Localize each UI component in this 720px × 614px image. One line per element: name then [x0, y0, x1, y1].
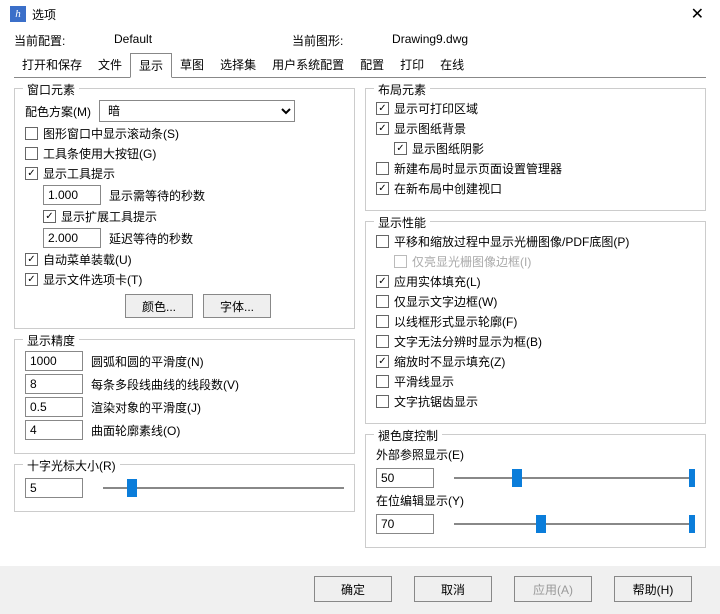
ok-button[interactable]: 确定: [314, 576, 392, 602]
apply-button[interactable]: 应用(A): [514, 576, 592, 602]
tab-selection[interactable]: 选择集: [212, 53, 264, 78]
chk-ext-tooltips[interactable]: [43, 210, 56, 223]
lbl-printable-area: 显示可打印区域: [394, 100, 478, 117]
input-crosshair-size[interactable]: [25, 478, 83, 498]
chk-pan-zoom-raster[interactable]: [376, 235, 389, 248]
lbl-tooltip-delay: 显示需等待的秒数: [109, 187, 205, 204]
cancel-button[interactable]: 取消: [414, 576, 492, 602]
lbl-text-aa: 文字抗锯齿显示: [394, 393, 478, 410]
input-inplace-fade[interactable]: [376, 514, 434, 534]
color-scheme-label: 配色方案(M): [25, 103, 91, 120]
chk-no-fill-on-zoom[interactable]: [376, 355, 389, 368]
group-crosshair: 十字光标大小(R): [14, 464, 355, 512]
lbl-solid-fill: 应用实体填充(L): [394, 273, 481, 290]
slider-xref-fade[interactable]: [454, 467, 695, 489]
lbl-page-setup-mgr: 新建布局时显示页面设置管理器: [394, 160, 562, 177]
lbl-scrollbars: 图形窗口中显示滚动条(S): [43, 125, 179, 142]
chk-lineframe-contour[interactable]: [376, 315, 389, 328]
chk-paper-shadow[interactable]: [394, 142, 407, 155]
input-ext-tooltip-delay[interactable]: [43, 228, 101, 248]
chk-smooth-line[interactable]: [376, 375, 389, 388]
lbl-large-buttons: 工具条使用大按钮(G): [43, 145, 156, 162]
lbl-file-tabs: 显示文件选项卡(T): [43, 271, 142, 288]
chk-highlight-frame: [394, 255, 407, 268]
chk-create-viewport[interactable]: [376, 182, 389, 195]
lbl-smooth-line: 平滑线显示: [394, 373, 454, 390]
chk-printable-area[interactable]: [376, 102, 389, 115]
lbl-create-viewport: 在新布局中创建视口: [394, 180, 502, 197]
tab-config[interactable]: 配置: [352, 53, 392, 78]
app-icon: h: [10, 6, 26, 22]
lbl-text-as-box: 文字无法分辨时显示为框(B): [394, 333, 542, 350]
input-arc-smooth[interactable]: [25, 351, 83, 371]
chk-paper-bg[interactable]: [376, 122, 389, 135]
window-title: 选项: [32, 6, 56, 23]
lbl-paper-shadow: 显示图纸阴影: [412, 140, 484, 157]
input-render-smooth[interactable]: [25, 397, 83, 417]
tab-open-save[interactable]: 打开和保存: [14, 53, 90, 78]
lbl-polyline-seg: 每条多段线曲线的线段数(V): [91, 376, 239, 393]
current-drawing-label: 当前图形:: [292, 32, 362, 49]
color-button[interactable]: 颜色...: [125, 294, 193, 318]
input-tooltip-delay[interactable]: [43, 185, 101, 205]
slider-inplace-fade[interactable]: [454, 513, 695, 535]
lbl-pan-zoom-raster: 平移和缩放过程中显示光栅图像/PDF底图(P): [394, 233, 629, 250]
legend-display-perf: 显示性能: [374, 214, 430, 231]
chk-tooltips[interactable]: [25, 167, 38, 180]
input-polyline-seg[interactable]: [25, 374, 83, 394]
lbl-arc-smooth: 圆弧和圆的平滑度(N): [91, 353, 204, 370]
input-xref-fade[interactable]: [376, 468, 434, 488]
group-display-precision: 显示精度 圆弧和圆的平滑度(N) 每条多段线曲线的线段数(V) 渲染对象的平滑度…: [14, 339, 355, 454]
slider-crosshair[interactable]: [103, 477, 344, 499]
chk-text-as-box[interactable]: [376, 335, 389, 348]
current-config-value: Default: [114, 32, 152, 49]
group-fade: 褪色度控制 外部参照显示(E) 在位编辑显示(Y): [365, 434, 706, 548]
font-button[interactable]: 字体...: [203, 294, 271, 318]
tab-user-sys[interactable]: 用户系统配置: [264, 53, 352, 78]
group-layout-elements: 布局元素 显示可打印区域 显示图纸背景 显示图纸阴影 新建布局时显示页面设置管理…: [365, 88, 706, 211]
lbl-tooltips: 显示工具提示: [43, 165, 115, 182]
legend-crosshair: 十字光标大小(R): [23, 457, 120, 474]
lbl-lineframe-contour: 以线框形式显示轮廓(F): [394, 313, 517, 330]
chk-page-setup-mgr[interactable]: [376, 162, 389, 175]
legend-layout-elements: 布局元素: [374, 81, 430, 98]
lbl-auto-menu: 自动菜单装载(U): [43, 251, 132, 268]
lbl-highlight-frame: 仅亮显光栅图像边框(I): [412, 253, 531, 270]
close-icon[interactable]: ✕: [685, 4, 710, 24]
lbl-no-fill-on-zoom: 缩放时不显示填充(Z): [394, 353, 505, 370]
lbl-ext-tooltips: 显示扩展工具提示: [61, 208, 157, 225]
help-button[interactable]: 帮助(H): [614, 576, 692, 602]
chk-large-buttons[interactable]: [25, 147, 38, 160]
tab-print[interactable]: 打印: [392, 53, 432, 78]
tab-draft[interactable]: 草图: [172, 53, 212, 78]
lbl-xref: 外部参照显示(E): [376, 446, 464, 463]
input-surf-contour[interactable]: [25, 420, 83, 440]
tab-online[interactable]: 在线: [432, 53, 472, 78]
current-drawing-value: Drawing9.dwg: [392, 32, 468, 49]
group-display-perf: 显示性能 平移和缩放过程中显示光栅图像/PDF底图(P) 仅亮显光栅图像边框(I…: [365, 221, 706, 424]
chk-solid-fill[interactable]: [376, 275, 389, 288]
lbl-paper-bg: 显示图纸背景: [394, 120, 466, 137]
chk-text-aa[interactable]: [376, 395, 389, 408]
color-scheme-select[interactable]: 暗: [99, 100, 295, 122]
legend-fade: 褪色度控制: [374, 427, 442, 444]
chk-scrollbars[interactable]: [25, 127, 38, 140]
chk-auto-menu[interactable]: [25, 253, 38, 266]
current-config-label: 当前配置:: [14, 32, 84, 49]
tab-display[interactable]: 显示: [130, 53, 172, 78]
chk-text-frame[interactable]: [376, 295, 389, 308]
group-window-elements: 窗口元素 配色方案(M) 暗 图形窗口中显示滚动条(S) 工具条使用大按钮(G)…: [14, 88, 355, 329]
lbl-text-frame: 仅显示文字边框(W): [394, 293, 497, 310]
legend-window-elements: 窗口元素: [23, 81, 79, 98]
lbl-surf-contour: 曲面轮廓素线(O): [91, 422, 180, 439]
lbl-render-smooth: 渲染对象的平滑度(J): [91, 399, 201, 416]
lbl-ext-tooltip-delay: 延迟等待的秒数: [109, 230, 193, 247]
tab-files[interactable]: 文件: [90, 53, 130, 78]
legend-display-precision: 显示精度: [23, 332, 79, 349]
lbl-inplace: 在位编辑显示(Y): [376, 492, 464, 509]
chk-file-tabs[interactable]: [25, 273, 38, 286]
